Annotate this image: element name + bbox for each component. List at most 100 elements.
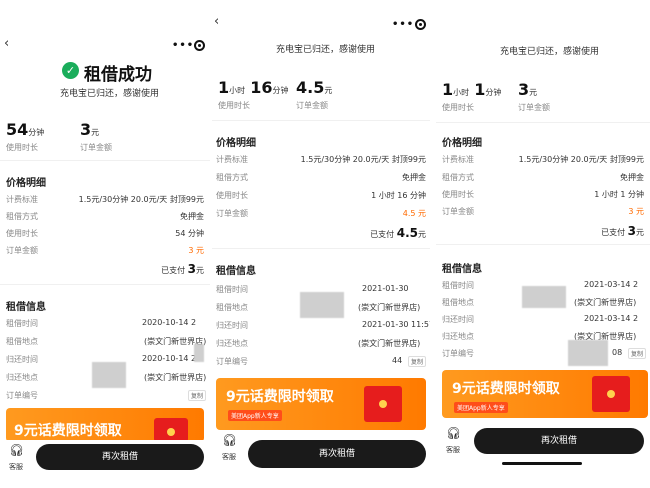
service-label[interactable]: 客服	[222, 452, 236, 462]
banner-tag: 美团App新人专享	[454, 402, 508, 413]
order-amount-value: 4.5 元	[402, 209, 426, 218]
amount-unit: 元	[91, 128, 100, 137]
price-row-label: 订单金额	[442, 207, 474, 216]
paid-unit: 元	[636, 228, 644, 237]
order-amount-value: 3 元	[628, 207, 644, 216]
rental-row-label: 订单编号	[6, 391, 38, 400]
price-row-value: 1.5元/30分钟 20.0元/天 封顶99元	[78, 195, 204, 204]
divider	[436, 244, 650, 245]
rent-again-button[interactable]: 再次租借	[474, 428, 644, 454]
price-row-label: 租借方式	[216, 173, 248, 182]
home-indicator	[502, 462, 582, 465]
back-chevron-icon[interactable]: ‹	[214, 14, 219, 29]
amount-label: 订单金额	[296, 101, 328, 110]
amount-label: 订单金额	[80, 143, 112, 152]
rental-row-label: 租借时间	[442, 281, 474, 290]
paid-amount: 3	[627, 224, 636, 238]
paid-total: 已支付 3元	[601, 224, 644, 238]
back-chevron-icon[interactable]: ‹	[4, 36, 9, 51]
amount-label: 订单金额	[518, 103, 550, 112]
page-title: 租借成功	[84, 65, 152, 85]
rental-row-label: 租借时间	[216, 285, 248, 294]
duration-label: 使用时长	[442, 103, 474, 112]
promo-banner[interactable]: 9元话费限时领取 美团App新人专享	[442, 370, 648, 418]
bottom-bar: 🎧︎ 客服 再次租借	[212, 430, 430, 488]
duration-stat: 1小时 1分钟	[442, 80, 501, 99]
price-row-label: 使用时长	[6, 229, 38, 238]
amount-stat: 3元	[518, 80, 537, 99]
banner-title: 9元话费限时领取	[226, 389, 334, 405]
redacted-block	[522, 286, 566, 308]
headset-icon[interactable]: 🎧︎	[9, 443, 24, 457]
price-row-label: 使用时长	[216, 191, 248, 200]
duration-hours-unit: 小时	[229, 86, 246, 95]
divider	[436, 122, 650, 123]
paid-prefix: 已支付	[370, 230, 395, 239]
banner-title: 9元话费限时领取	[452, 381, 560, 397]
bottom-bar: 🎧︎ 客服 再次租借	[436, 420, 650, 488]
target-icon[interactable]	[194, 40, 205, 51]
screen-1: ‹ ••• ✓ 租借成功 充电宝已归还，感谢使用 54分钟 使用时长 3元 订单…	[0, 0, 210, 488]
duration-label: 使用时长	[6, 143, 38, 152]
price-row-label: 租借方式	[442, 173, 474, 182]
duration-minutes: 1	[474, 80, 486, 99]
price-row-value: 1.5元/30分钟 20.0元/天 封顶99元	[518, 155, 644, 164]
rental-row-label: 归还时间	[442, 315, 474, 324]
price-row-label: 计费标准	[216, 155, 248, 164]
duration-hours: 1	[218, 78, 230, 97]
copy-button[interactable]: 复制	[188, 390, 207, 401]
rental-row-value: (崇文门新世界店)	[358, 303, 421, 312]
red-envelope-icon	[364, 386, 402, 422]
service-label[interactable]: 客服	[446, 445, 460, 455]
amount-value: 3	[518, 80, 530, 99]
rental-row-label: 归还地点	[6, 373, 38, 382]
copy-button[interactable]: 复制	[628, 348, 647, 359]
duration-unit: 分钟	[28, 128, 45, 137]
amount-unit: 元	[529, 88, 538, 97]
amount-unit: 元	[324, 86, 333, 95]
more-dots-icon[interactable]: •••	[392, 19, 414, 30]
rental-row-label: 租借时间	[6, 319, 38, 328]
price-row-value: 1.5元/30分钟 20.0元/天 封顶99元	[300, 155, 426, 164]
rental-row-label: 归还时间	[216, 321, 248, 330]
rental-row-label: 归还地点	[442, 332, 474, 341]
headset-icon[interactable]: 🎧︎	[222, 433, 237, 447]
more-dots-icon[interactable]: •••	[172, 40, 194, 51]
duration-minutes-unit: 分钟	[485, 88, 502, 97]
price-row-label: 订单金额	[6, 246, 38, 255]
price-row-label: 计费标准	[6, 195, 38, 204]
copy-button[interactable]: 复制	[408, 356, 427, 367]
rental-row-value: 2020-10-14 2	[142, 354, 197, 363]
amount-value: 3	[80, 120, 92, 139]
rental-row-value: 2021-01-30 11:57	[362, 320, 430, 329]
duration-stat: 54分钟	[6, 120, 44, 139]
duration-hours: 1	[442, 80, 454, 99]
rental-row-value: 2021-01-30	[362, 284, 409, 293]
headset-icon[interactable]: 🎧︎	[446, 426, 461, 440]
duration-stat: 1小时 16分钟	[218, 78, 289, 97]
promo-banner[interactable]: 9元话费限时领取 美团App新人专享	[216, 378, 426, 430]
rental-row-label: 租借地点	[216, 303, 248, 312]
rental-row-value: 2021-03-14 2	[584, 280, 639, 289]
red-envelope-icon	[592, 376, 630, 412]
divider	[212, 248, 430, 249]
promo-banner[interactable]: 9元话费限时领取	[6, 408, 204, 442]
rent-again-button[interactable]: 再次租借	[248, 440, 426, 468]
rent-again-button[interactable]: 再次租借	[36, 444, 204, 470]
price-row-value: 54 分钟	[175, 229, 204, 238]
rental-row-label: 订单编号	[216, 357, 248, 366]
bottom-bar: 🎧︎ 客服 再次租借	[0, 440, 210, 488]
target-icon[interactable]	[415, 19, 426, 30]
service-label[interactable]: 客服	[9, 462, 23, 472]
rental-row-value: 08	[612, 348, 623, 357]
amount-stat: 3元	[80, 120, 99, 139]
paid-unit: 元	[418, 230, 426, 239]
duration-minutes: 16	[250, 78, 273, 97]
price-row-value: 1 小时 1 分钟	[594, 190, 644, 199]
paid-amount: 4.5	[396, 226, 418, 240]
price-row-value: 1 小时 16 分钟	[371, 191, 426, 200]
redacted-block	[568, 340, 608, 366]
paid-unit: 元	[196, 266, 204, 275]
red-envelope-icon	[154, 418, 188, 442]
rental-row-value: (崇文门新世界店)	[144, 373, 207, 382]
